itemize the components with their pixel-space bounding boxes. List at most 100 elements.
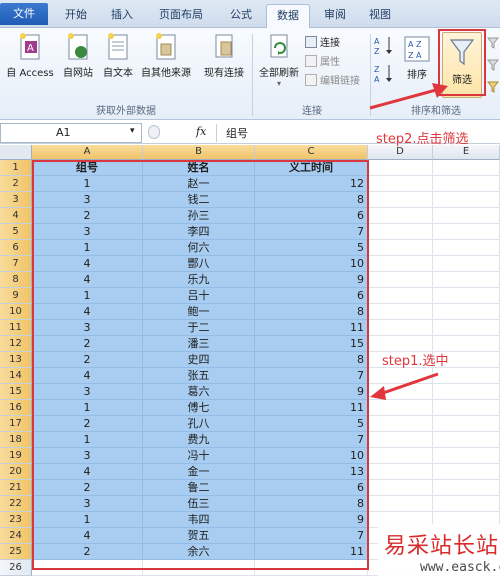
empty-cell[interactable] xyxy=(433,224,500,240)
row-header[interactable]: 15 xyxy=(0,384,32,400)
empty-cell[interactable] xyxy=(368,464,433,480)
row-header[interactable]: 10 xyxy=(0,304,32,320)
empty-cell[interactable] xyxy=(433,160,500,176)
row-header[interactable]: 17 xyxy=(0,416,32,432)
from-other-sources-button[interactable]: 自其他来源 xyxy=(138,32,194,79)
empty-cell[interactable] xyxy=(433,288,500,304)
name-box-dropdown-icon[interactable]: ▾ xyxy=(130,126,135,136)
row-header[interactable]: 9 xyxy=(0,288,32,304)
empty-cell[interactable] xyxy=(433,400,500,416)
ribbon-tab-bar: 文件 开始 插入 页面布局 公式 数据 审阅 视图 xyxy=(0,0,500,28)
empty-cell[interactable] xyxy=(368,192,433,208)
insert-function-icon[interactable]: fx xyxy=(196,125,206,138)
row-header[interactable]: 7 xyxy=(0,256,32,272)
row-header[interactable]: 25 xyxy=(0,544,32,560)
empty-cell[interactable] xyxy=(433,176,500,192)
existing-connections-button[interactable]: 现有连接 xyxy=(198,32,250,79)
text-file-icon xyxy=(108,33,128,60)
row-header[interactable]: 23 xyxy=(0,512,32,528)
row-header[interactable]: 21 xyxy=(0,480,32,496)
row-header[interactable]: 13 xyxy=(0,352,32,368)
empty-cell[interactable] xyxy=(433,320,500,336)
tab-data[interactable]: 数据 xyxy=(266,4,310,28)
empty-cell[interactable] xyxy=(368,448,433,464)
empty-cell[interactable] xyxy=(368,416,433,432)
formula-input[interactable]: 组号 xyxy=(226,125,248,141)
tab-review[interactable]: 审阅 xyxy=(314,4,356,28)
column-header-e[interactable]: E xyxy=(433,145,500,160)
edit-links-button[interactable]: 编辑链接 xyxy=(305,74,360,90)
row-header[interactable]: 24 xyxy=(0,528,32,544)
empty-cell[interactable] xyxy=(368,288,433,304)
empty-cell[interactable] xyxy=(368,432,433,448)
row-header[interactable]: 12 xyxy=(0,336,32,352)
empty-cell[interactable] xyxy=(368,256,433,272)
row-header[interactable]: 16 xyxy=(0,400,32,416)
empty-cell[interactable] xyxy=(433,432,500,448)
empty-cell[interactable] xyxy=(368,304,433,320)
from-text-button[interactable]: 自文本 xyxy=(98,32,138,79)
tab-insert[interactable]: 插入 xyxy=(102,4,142,28)
empty-cell[interactable] xyxy=(433,192,500,208)
empty-cell[interactable] xyxy=(433,496,500,512)
tab-file[interactable]: 文件 xyxy=(0,3,48,25)
row-header[interactable]: 1 xyxy=(0,160,32,176)
connections-button[interactable]: 连接 xyxy=(305,36,340,52)
empty-cell[interactable] xyxy=(368,176,433,192)
connections-icon xyxy=(305,36,317,48)
properties-button[interactable]: 属性 xyxy=(305,55,340,71)
advanced-filter-button[interactable] xyxy=(486,80,500,97)
row-header[interactable]: 22 xyxy=(0,496,32,512)
empty-cell[interactable] xyxy=(433,304,500,320)
from-web-button[interactable]: 自网站 xyxy=(58,32,98,79)
row-header[interactable]: 8 xyxy=(0,272,32,288)
column-header-d[interactable]: D xyxy=(368,145,433,160)
name-box[interactable]: A1 xyxy=(0,123,142,143)
column-header-b[interactable]: B xyxy=(143,145,255,160)
empty-cell[interactable] xyxy=(433,256,500,272)
reapply-icon xyxy=(486,59,500,71)
row-header[interactable]: 5 xyxy=(0,224,32,240)
refresh-all-button[interactable]: 全部刷新 ▾ xyxy=(255,32,303,88)
row-header[interactable]: 14 xyxy=(0,368,32,384)
empty-cell[interactable] xyxy=(433,448,500,464)
tab-view[interactable]: 视图 xyxy=(360,4,400,28)
empty-cell[interactable] xyxy=(433,240,500,256)
tab-page-layout[interactable]: 页面布局 xyxy=(146,4,216,28)
row-header[interactable]: 3 xyxy=(0,192,32,208)
empty-cell[interactable] xyxy=(368,272,433,288)
empty-cell[interactable] xyxy=(368,208,433,224)
row-header[interactable]: 18 xyxy=(0,432,32,448)
select-all-corner[interactable] xyxy=(0,145,32,160)
empty-cell[interactable] xyxy=(368,320,433,336)
properties-label: 属性 xyxy=(320,57,340,68)
refresh-icon xyxy=(270,34,288,58)
row-header[interactable]: 19 xyxy=(0,448,32,464)
row-header[interactable]: 6 xyxy=(0,240,32,256)
row-header[interactable]: 2 xyxy=(0,176,32,192)
tab-formulas[interactable]: 公式 xyxy=(220,4,262,28)
tab-home[interactable]: 开始 xyxy=(54,4,98,28)
sort-ascending-button[interactable]: AZ xyxy=(372,34,396,59)
empty-cell[interactable] xyxy=(433,416,500,432)
row-header[interactable]: 20 xyxy=(0,464,32,480)
row-header[interactable]: 11 xyxy=(0,320,32,336)
reapply-filter-button[interactable] xyxy=(486,58,500,75)
clear-filter-button[interactable] xyxy=(486,36,500,53)
empty-cell[interactable] xyxy=(368,224,433,240)
empty-cell[interactable] xyxy=(433,208,500,224)
column-header-c[interactable]: C xyxy=(255,145,368,160)
empty-cell[interactable] xyxy=(368,480,433,496)
empty-cell[interactable] xyxy=(368,496,433,512)
empty-cell[interactable] xyxy=(433,464,500,480)
row-header[interactable]: 4 xyxy=(0,208,32,224)
empty-cell[interactable] xyxy=(433,272,500,288)
empty-cell[interactable] xyxy=(368,400,433,416)
empty-cell[interactable] xyxy=(368,240,433,256)
row-header[interactable]: 26 xyxy=(0,560,32,576)
empty-cell[interactable] xyxy=(433,480,500,496)
from-access-button[interactable]: A 自 Access xyxy=(2,32,58,79)
empty-cell[interactable] xyxy=(368,160,433,176)
column-header-a[interactable]: A xyxy=(32,145,143,160)
formula-divider xyxy=(216,124,217,142)
